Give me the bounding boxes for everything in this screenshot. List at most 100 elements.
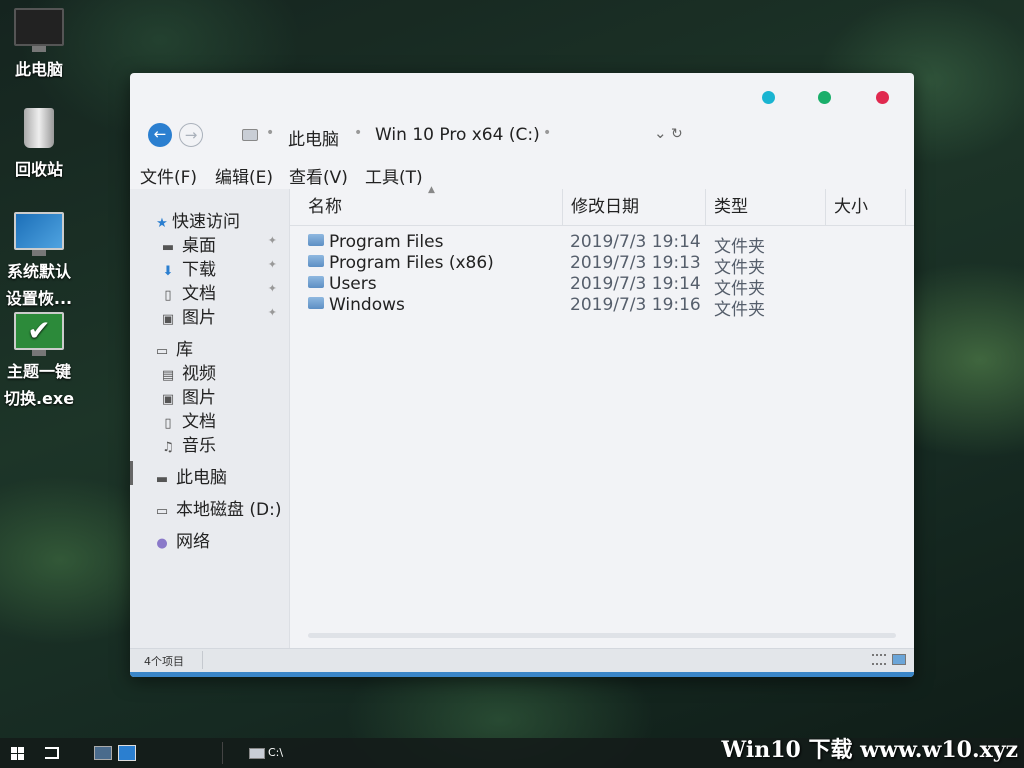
desktop-icon-label: 主题一键切换.exe bbox=[3, 362, 75, 408]
file-name-cell: Program Files (x86) bbox=[308, 253, 494, 273]
watermark-text: Win10 下载 www.w10.xyz bbox=[721, 737, 1018, 763]
file-name-cell: Users bbox=[308, 274, 377, 294]
folder-icon bbox=[308, 297, 324, 309]
large-icons-view-icon[interactable] bbox=[892, 654, 906, 665]
folder-icon bbox=[308, 276, 324, 288]
desktop-icon-restore-defaults[interactable]: 系统默认设置恢... bbox=[0, 212, 78, 312]
file-name-cell: Program Files bbox=[308, 232, 443, 252]
close-button[interactable] bbox=[876, 91, 889, 104]
breadcrumb-separator: • bbox=[354, 125, 363, 141]
file-date: 2019/7/3 19:13 bbox=[570, 253, 701, 273]
menu-tools[interactable]: 工具(T) bbox=[365, 163, 423, 188]
sidebar-item-library-documents[interactable]: ▯ 文档 bbox=[160, 407, 216, 432]
details-view-icon[interactable] bbox=[872, 654, 886, 665]
menu-edit[interactable]: 编辑(E) bbox=[215, 163, 273, 188]
chevron-down-icon[interactable]: ⌄ bbox=[654, 124, 667, 142]
document-icon: ▯ bbox=[164, 416, 172, 431]
sidebar-item-label: 图片 bbox=[182, 308, 216, 328]
maximize-button[interactable] bbox=[818, 91, 831, 104]
picture-icon: ▣ bbox=[161, 312, 175, 327]
column-header-size[interactable]: 大小 bbox=[826, 189, 906, 225]
minimize-button[interactable] bbox=[762, 91, 775, 104]
sidebar-item-label: 库 bbox=[176, 340, 193, 360]
start-icon[interactable] bbox=[11, 747, 24, 760]
file-list-pane: ▲ 名称 修改日期 类型 大小 Program Files 2019/7/3 1… bbox=[289, 185, 914, 649]
sidebar-item-desktop[interactable]: ▬ 桌面 ✦ bbox=[160, 231, 285, 256]
sidebar-item-videos[interactable]: ▤ 视频 bbox=[160, 359, 216, 384]
forward-button[interactable]: → bbox=[179, 123, 203, 147]
desktop-icon: ▬ bbox=[161, 240, 175, 255]
window-accent-bar bbox=[130, 672, 914, 677]
drive-icon: ▭ bbox=[155, 504, 169, 519]
pin-icon: ✦ bbox=[267, 234, 277, 247]
sidebar-item-label: 网络 bbox=[176, 532, 210, 552]
sidebar-library[interactable]: ▭ 库 bbox=[154, 335, 193, 360]
sidebar-item-library-pictures[interactable]: ▣ 图片 bbox=[160, 383, 216, 408]
menu-bar: 文件(F) 编辑(E) 查看(V) 工具(T) bbox=[130, 159, 914, 189]
document-icon: ▯ bbox=[164, 288, 172, 303]
refresh-icon[interactable]: ↻ bbox=[671, 126, 683, 142]
sidebar-item-downloads[interactable]: ⬇ 下载 ✦ bbox=[160, 255, 285, 280]
sidebar-item-label: 文档 bbox=[182, 284, 216, 304]
breadcrumb-this-pc[interactable]: 此电脑 bbox=[288, 125, 339, 150]
music-icon: ♫ bbox=[162, 440, 174, 455]
star-icon: ★ bbox=[156, 216, 168, 231]
menu-file[interactable]: 文件(F) bbox=[140, 163, 197, 188]
back-button[interactable]: ← bbox=[148, 123, 172, 147]
column-header-name[interactable]: 名称 bbox=[300, 189, 563, 225]
file-type: 文件夹 bbox=[714, 300, 765, 320]
checkmark-monitor-icon: ✔ bbox=[14, 312, 64, 356]
column-header-date[interactable]: 修改日期 bbox=[563, 189, 706, 225]
file-date: 2019/7/3 19:14 bbox=[570, 232, 701, 252]
folder-icon bbox=[308, 255, 324, 267]
pin-icon: ✦ bbox=[267, 282, 277, 295]
task-view-icon[interactable] bbox=[45, 747, 59, 759]
horizontal-scrollbar[interactable] bbox=[308, 633, 896, 638]
breadcrumb-separator: • bbox=[266, 125, 275, 141]
sidebar-item-label: 此电脑 bbox=[176, 468, 227, 488]
desktop-icon-label: 此电脑 bbox=[14, 60, 63, 79]
taskbar: C:\ Win10 下载 www.w10.xyz bbox=[0, 737, 1024, 768]
sidebar-item-music[interactable]: ♫ 音乐 bbox=[160, 431, 216, 456]
sidebar-item-label: 视频 bbox=[182, 364, 216, 384]
sidebar-item-pictures[interactable]: ▣ 图片 ✦ bbox=[160, 303, 285, 328]
desktop-icon-this-pc[interactable]: 此电脑 bbox=[0, 8, 78, 83]
taskbar-app-window-icon[interactable] bbox=[118, 745, 136, 761]
file-date: 2019/7/3 19:16 bbox=[570, 295, 701, 315]
folder-icon bbox=[308, 234, 324, 246]
taskbar-drive-icon bbox=[249, 748, 265, 759]
taskbar-divider bbox=[222, 742, 223, 764]
folder-outline-icon: ▭ bbox=[155, 344, 169, 359]
network-icon: ● bbox=[156, 536, 168, 551]
sidebar-item-label: 本地磁盘 (D:) bbox=[176, 500, 282, 520]
recycle-bin-icon bbox=[24, 108, 54, 148]
sidebar-quick-access[interactable]: ★ 快速访问 bbox=[154, 207, 240, 232]
sidebar-item-label: 图片 bbox=[182, 388, 216, 408]
breadcrumb-drive-c[interactable]: Win 10 Pro x64 (C:) bbox=[375, 125, 540, 145]
download-icon: ⬇ bbox=[162, 264, 174, 279]
desktop-icon-label: 回收站 bbox=[14, 160, 63, 179]
desktop-icon-theme-switch[interactable]: ✔ 主题一键切换.exe bbox=[0, 312, 78, 412]
navigation-pane: ★ 快速访问 ▬ 桌面 ✦ ⬇ 下载 ✦ ▯ 文档 ✦ ▣ 图片 ✦ ▭ 库 ▤ 视频 ▣ 图片 ▯ 文档… bbox=[130, 189, 289, 649]
taskbar-app-explorer-icon[interactable] bbox=[94, 746, 112, 760]
sidebar-this-pc[interactable]: ▬ 此电脑 bbox=[154, 463, 227, 488]
file-explorer-window: ← → • 此电脑 • Win 10 Pro x64 (C:) • ⌄ ↻ 文件… bbox=[130, 73, 914, 677]
sidebar-item-documents[interactable]: ▯ 文档 ✦ bbox=[160, 279, 285, 304]
drive-icon bbox=[242, 129, 258, 141]
item-count: 4个项目 bbox=[144, 655, 184, 668]
taskbar-drive-label[interactable]: C:\ bbox=[268, 746, 283, 759]
file-name: Windows bbox=[329, 295, 405, 315]
column-header-type[interactable]: 类型 bbox=[706, 189, 826, 225]
monitor-icon bbox=[14, 212, 64, 256]
pin-icon: ✦ bbox=[267, 258, 277, 271]
menu-view[interactable]: 查看(V) bbox=[289, 163, 348, 188]
sidebar-network[interactable]: ● 网络 bbox=[154, 527, 210, 552]
computer-icon: ▬ bbox=[155, 472, 169, 487]
sidebar-item-label: 音乐 bbox=[182, 436, 216, 456]
file-name: Program Files bbox=[329, 232, 444, 252]
sidebar-local-disk-d[interactable]: ▭ 本地磁盘 (D:) bbox=[154, 495, 282, 520]
desktop-icon-label: 系统默认设置恢... bbox=[5, 262, 73, 308]
pin-icon: ✦ bbox=[267, 306, 277, 319]
desktop-icon-recycle-bin[interactable]: 回收站 bbox=[0, 108, 78, 183]
file-name: Users bbox=[329, 274, 377, 294]
